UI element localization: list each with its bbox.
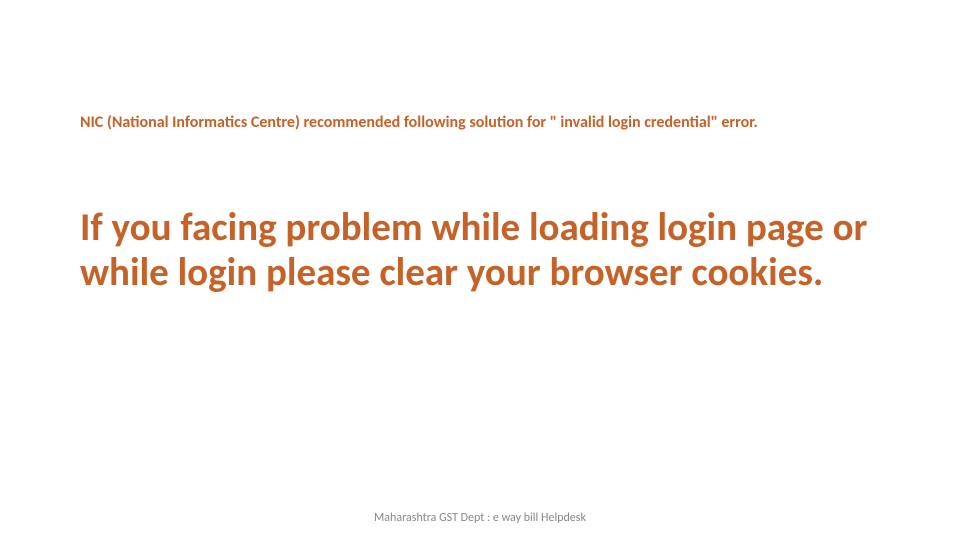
slide-footer: Maharashtra GST Dept : e way bill Helpde… bbox=[0, 511, 960, 525]
slide-main-heading: If you facing problem while loading logi… bbox=[80, 206, 900, 296]
slide-subtitle: NIC (National Informatics Centre) recomm… bbox=[80, 113, 880, 134]
slide-container: NIC (National Informatics Centre) recomm… bbox=[0, 0, 960, 540]
